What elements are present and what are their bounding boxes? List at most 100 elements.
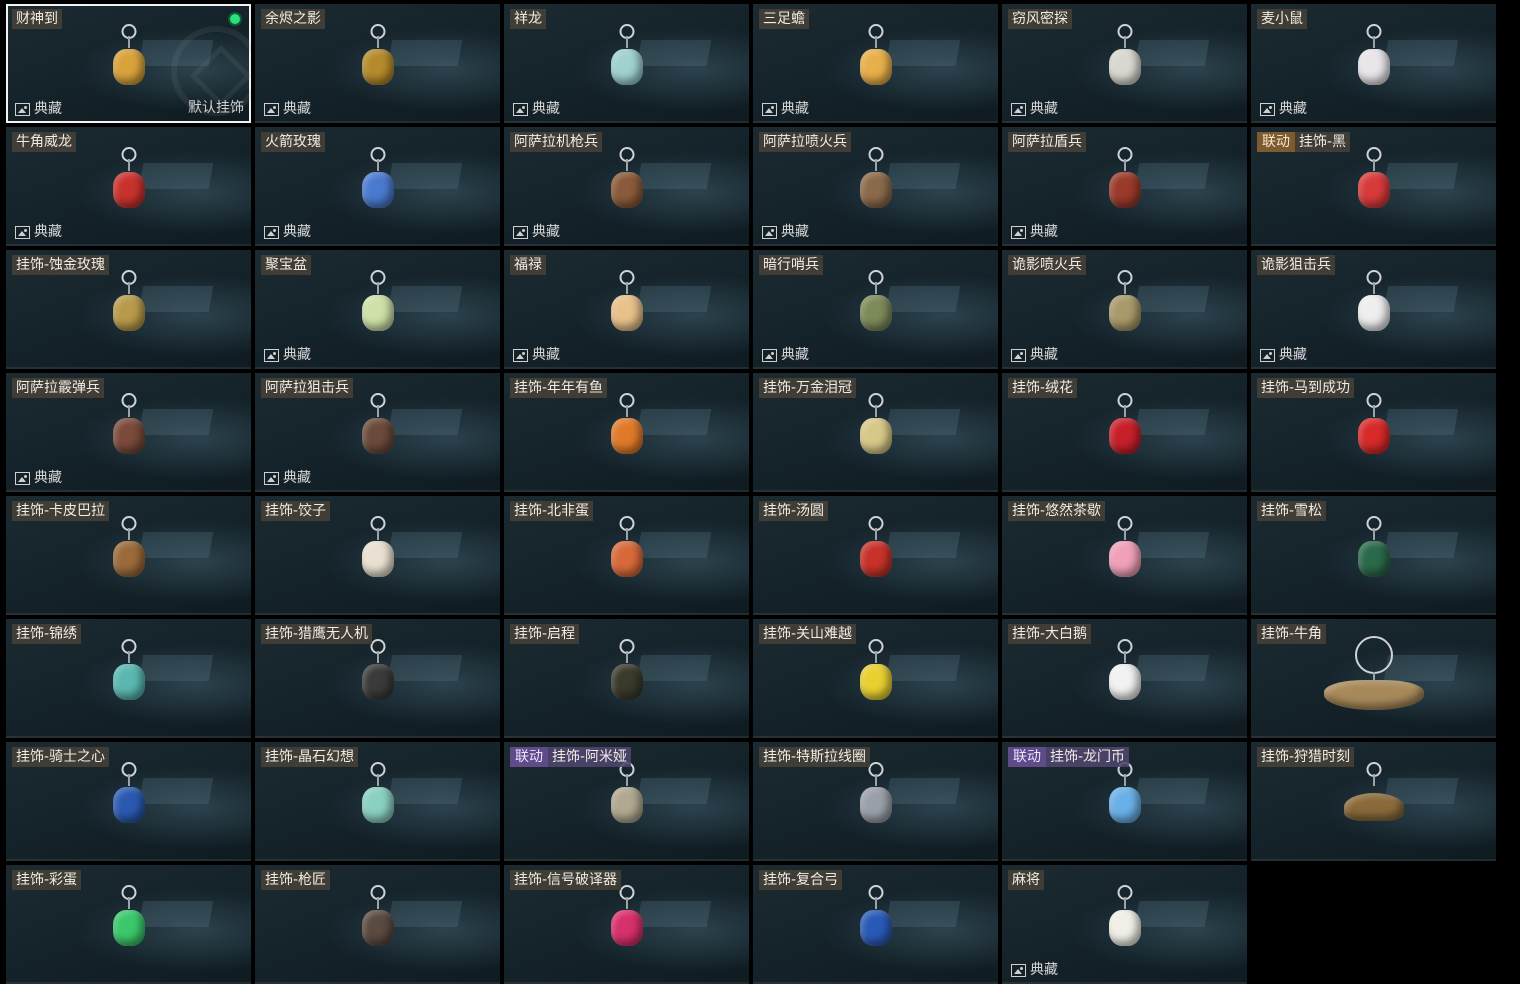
pendant-name: 挂饰-万金泪冠 [759, 378, 857, 398]
pendant-card[interactable]: 联动 挂饰-龙门币 [1002, 742, 1247, 861]
wind-spy-pendant-icon [1100, 21, 1150, 101]
ghost-flamethrower-pendant-icon [1100, 267, 1150, 347]
charm-chain [1123, 282, 1126, 295]
pendant-card[interactable]: 挂饰-锦绣 [6, 619, 251, 738]
pendant-card[interactable]: 挂饰-启程 [504, 619, 749, 738]
pendant-card[interactable]: 挂饰-彩蛋 [6, 865, 251, 984]
pendant-card[interactable]: 挂饰-年年有鱼 [504, 373, 749, 492]
charm-chain [625, 36, 628, 49]
pendant-card[interactable]: 联动 挂饰-阿米娅 [504, 742, 749, 861]
pendant-card[interactable]: 挂饰-牛角 [1251, 619, 1496, 738]
pendant-card[interactable]: 财神到 典藏 默认挂饰 [6, 4, 251, 123]
pendant-name: 挂饰-复合弓 [759, 870, 843, 890]
pendant-card[interactable]: 挂饰-万金泪冠 [753, 373, 998, 492]
pendant-card[interactable]: 阿萨拉喷火兵 典藏 [753, 127, 998, 246]
pendant-card[interactable]: 挂饰-悠然茶歇 [1002, 496, 1247, 615]
pendant-card[interactable]: 暗行哨兵 典藏 [753, 250, 998, 369]
charm-body [1108, 172, 1141, 209]
pendant-card[interactable]: 挂饰-关山难越 [753, 619, 998, 738]
pendant-card[interactable]: 福禄 典藏 [504, 250, 749, 369]
horned-dragon-pendant-icon [104, 144, 154, 224]
collection-badge: 典藏 [15, 100, 62, 118]
collection-badge: 典藏 [513, 223, 560, 241]
charm-chain [625, 405, 628, 418]
pendant-card[interactable]: 阿萨拉机枪兵 典藏 [504, 127, 749, 246]
pendant-card[interactable]: 挂饰-雪松 [1251, 496, 1496, 615]
charm-body [1323, 680, 1424, 711]
mahjong-pendant-icon [1100, 882, 1150, 962]
charm-chain [1372, 159, 1375, 172]
pendant-card[interactable]: 祥龙 典藏 [504, 4, 749, 123]
charm-chain [874, 774, 877, 787]
pendant-card[interactable]: 挂饰-北非蛋 [504, 496, 749, 615]
pendant-card[interactable]: 挂饰-饺子 [255, 496, 500, 615]
pendant-card[interactable]: 挂饰-特斯拉线圈 [753, 742, 998, 861]
black-card-pendant-icon [1349, 144, 1399, 224]
charm-body [1357, 49, 1390, 86]
collection-label: 典藏 [781, 101, 809, 117]
easter-egg-pendant-icon [104, 882, 154, 962]
pendant-card[interactable]: 挂饰-猎鹰无人机 [255, 619, 500, 738]
collection-badge: 典藏 [1011, 100, 1058, 118]
pendant-name: 挂饰-卡皮巴拉 [12, 501, 110, 521]
pendant-name: 阿萨拉盾兵 [1008, 132, 1086, 152]
collection-label: 典藏 [781, 347, 809, 363]
pendant-card[interactable]: 阿萨拉狙击兵 典藏 [255, 373, 500, 492]
pendant-card[interactable]: 窃风密探 典藏 [1002, 4, 1247, 123]
moose-antler-pendant-icon [1334, 759, 1414, 839]
pendant-card[interactable]: 火箭玫瑰 典藏 [255, 127, 500, 246]
collection-image-icon [513, 225, 528, 239]
pendant-card[interactable]: 阿萨拉霰弹兵 典藏 [6, 373, 251, 492]
collection-badge: 典藏 [15, 469, 62, 487]
pendant-name: 财神到 [12, 9, 62, 29]
pendant-card[interactable]: 挂饰-信号破译器 [504, 865, 749, 984]
pendant-card[interactable]: 联动 挂饰-黑 [1251, 127, 1496, 246]
charm-chain [874, 36, 877, 49]
collection-image-icon [513, 348, 528, 362]
shakshuka-pendant-icon [602, 513, 652, 593]
charm-chain [376, 36, 379, 49]
pendant-card[interactable]: 挂饰-狩猎时刻 [1251, 742, 1496, 861]
pendant-card[interactable]: 麻将 典藏 [1002, 865, 1247, 984]
pendant-card[interactable]: 挂饰-复合弓 [753, 865, 998, 984]
charm-body [610, 787, 643, 824]
collection-image-icon [264, 348, 279, 362]
pendant-card[interactable]: 诡影喷火兵 典藏 [1002, 250, 1247, 369]
pendant-card[interactable]: 诡影狙击兵 典藏 [1251, 250, 1496, 369]
pendant-card[interactable]: 三足蟾 典藏 [753, 4, 998, 123]
pendant-name: 挂饰-雪松 [1257, 501, 1327, 521]
charm-body [112, 910, 145, 947]
pendant-card[interactable]: 挂饰-绒花 [1002, 373, 1247, 492]
charm-body [859, 172, 892, 209]
pendant-card[interactable]: 挂饰-枪匠 [255, 865, 500, 984]
pendant-card[interactable]: 挂饰-马到成功 [1251, 373, 1496, 492]
pendant-card[interactable]: 挂饰-汤圆 [753, 496, 998, 615]
charm-body [1343, 793, 1404, 822]
pendant-card[interactable]: 挂饰-蚀金玫瑰 [6, 250, 251, 369]
pendant-name: 麦小鼠 [1257, 9, 1307, 29]
charm-body [112, 664, 145, 701]
pendant-card[interactable]: 牛角威龙 典藏 [6, 127, 251, 246]
pendant-card[interactable]: 余烬之影 典藏 [255, 4, 500, 123]
pendant-card[interactable]: 聚宝盆 典藏 [255, 250, 500, 369]
pendant-name: 挂饰-启程 [510, 624, 580, 644]
pendant-card[interactable]: 挂饰-大白鹅 [1002, 619, 1247, 738]
charm-chain [127, 651, 130, 664]
rocket-rose-pendant-icon [353, 144, 403, 224]
dragon-pendant-icon [602, 21, 652, 101]
charm-chain [1372, 672, 1375, 681]
pendant-card[interactable]: 阿萨拉盾兵 典藏 [1002, 127, 1247, 246]
pendant-card[interactable]: 挂饰-骑士之心 [6, 742, 251, 861]
charm-chain [874, 897, 877, 910]
collection-label: 典藏 [283, 101, 311, 117]
asala-shotgunner-pendant-icon [104, 390, 154, 470]
pendant-name: 福禄 [510, 255, 546, 275]
collection-badge: 典藏 [264, 100, 311, 118]
pendant-card[interactable]: 挂饰-晶石幻想 [255, 742, 500, 861]
pendant-name: 挂饰-大白鹅 [1008, 624, 1092, 644]
charm-chain [376, 651, 379, 664]
pendant-card[interactable]: 挂饰-卡皮巴拉 [6, 496, 251, 615]
pendant-name-label: 联动 挂饰-黑 [1257, 132, 1351, 152]
treasure-bowl-pendant-icon [353, 267, 403, 347]
pendant-card[interactable]: 麦小鼠 典藏 [1251, 4, 1496, 123]
